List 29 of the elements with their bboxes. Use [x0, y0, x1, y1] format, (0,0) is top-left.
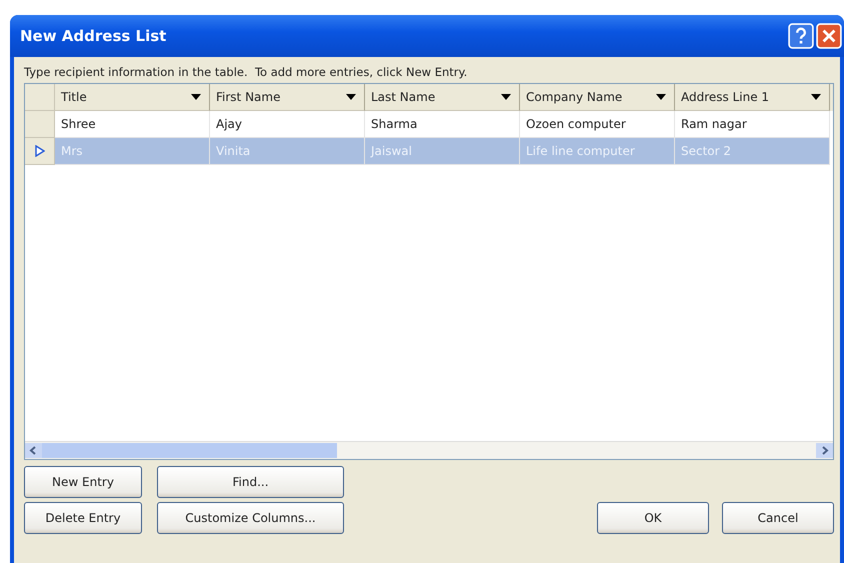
- dropdown-arrow-icon[interactable]: [346, 94, 356, 100]
- scroll-right-icon[interactable]: [816, 443, 833, 458]
- column-header[interactable]: Title: [55, 84, 210, 111]
- cancel-button[interactable]: Cancel: [722, 502, 834, 534]
- dropdown-arrow-icon[interactable]: [656, 94, 666, 100]
- dialog-button[interactable]: Find...: [157, 466, 344, 498]
- table-cell: Jaiswal: [365, 138, 520, 165]
- scroll-left-icon[interactable]: [25, 443, 42, 458]
- column-header[interactable]: Address Line 1: [675, 84, 830, 111]
- instruction-text: Type recipient information in the table. To add more entries, click New Entry.: [24, 65, 468, 79]
- dropdown-arrow-icon[interactable]: [191, 94, 201, 100]
- close-button[interactable]: [816, 23, 842, 49]
- dialog-button[interactable]: New Entry: [24, 466, 142, 498]
- dropdown-arrow-icon[interactable]: [501, 94, 511, 100]
- table-cell: Vinita: [210, 138, 365, 165]
- column-header[interactable]: Company Name: [520, 84, 675, 111]
- window-title: New Address List: [20, 27, 166, 45]
- scrollbar-thumb[interactable]: [42, 443, 337, 458]
- help-button[interactable]: [788, 23, 814, 49]
- ok-button[interactable]: OK: [597, 502, 709, 534]
- column-header[interactable]: Last Name: [365, 84, 520, 111]
- dialog-button[interactable]: Delete Entry: [24, 502, 142, 534]
- table-cell: Sector 2: [675, 138, 830, 165]
- dialog-button[interactable]: Customize Columns...: [157, 502, 344, 534]
- table-cell: Life line computer: [520, 138, 675, 165]
- column-header[interactable]: First Name: [210, 84, 365, 111]
- table-cell: Mrs: [55, 138, 210, 165]
- current-row-icon: [34, 145, 44, 157]
- dropdown-arrow-icon[interactable]: [811, 94, 821, 100]
